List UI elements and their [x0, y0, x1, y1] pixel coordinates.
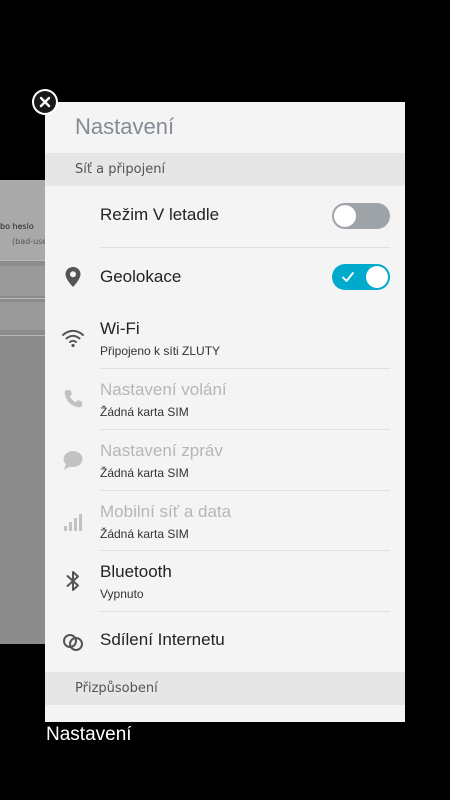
toggle-knob: [366, 266, 388, 288]
settings-item-airplane-mode[interactable]: Režim V letadle: [45, 186, 405, 248]
background-app-subtext: (bad-use: [12, 237, 48, 246]
section-header-personalization: Přizpůsobení: [45, 672, 405, 705]
settings-item-label: Sdílení Internetu: [100, 630, 225, 649]
settings-item-geolocation[interactable]: Geolokace: [45, 248, 405, 308]
close-card-button[interactable]: [32, 89, 58, 115]
settings-item-call-settings[interactable]: Nastavení volání Žádná karta SIM: [45, 369, 405, 430]
settings-app-card[interactable]: Nastavení Síť a připojení Režim V letadl…: [45, 102, 405, 722]
background-app-text: bo heslo: [0, 222, 34, 231]
app-card-label: Nastavení: [46, 724, 132, 745]
bluetooth-icon: [61, 569, 85, 593]
settings-item-label: Režim V letadle: [100, 205, 220, 224]
settings-item-internet-sharing[interactable]: Sdílení Internetu: [45, 612, 405, 672]
signal-icon: [61, 509, 85, 533]
airplane-mode-toggle[interactable]: [332, 203, 390, 229]
close-icon: [34, 91, 56, 113]
settings-item-status: Vypnuto: [100, 587, 144, 601]
wifi-icon: [61, 326, 85, 350]
settings-item-status: Žádná karta SIM: [100, 405, 189, 419]
settings-item-label: Nastavení zpráv: [100, 441, 223, 460]
settings-item-label: Bluetooth: [100, 562, 172, 581]
settings-item-message-settings[interactable]: Nastavení zpráv Žádná karta SIM: [45, 430, 405, 491]
settings-item-mobile-network[interactable]: Mobilní síť a data Žádná karta SIM: [45, 491, 405, 551]
settings-item-label: Mobilní síť a data: [100, 502, 232, 521]
section-header-network: Síť a připojení: [45, 153, 405, 186]
tethering-icon: [61, 630, 85, 654]
settings-item-label: Geolokace: [100, 267, 182, 286]
settings-item-status: Připojeno k síti ZLUTY: [100, 344, 221, 358]
settings-item-wifi[interactable]: Wi-Fi Připojeno k síti ZLUTY: [45, 308, 405, 369]
settings-item-status: Žádná karta SIM: [100, 527, 189, 541]
settings-item-label: Wi-Fi: [100, 319, 140, 338]
settings-item-label: Nastavení volání: [100, 380, 227, 399]
page-title: Nastavení: [75, 114, 175, 139]
message-icon: [61, 448, 85, 472]
phone-icon: [61, 387, 85, 411]
check-icon: [342, 272, 354, 282]
settings-item-bluetooth[interactable]: Bluetooth Vypnuto: [45, 551, 405, 612]
settings-item-status: Žádná karta SIM: [100, 466, 189, 480]
geolocation-toggle[interactable]: [332, 264, 390, 290]
toggle-knob: [334, 205, 356, 227]
location-pin-icon: [61, 265, 85, 289]
